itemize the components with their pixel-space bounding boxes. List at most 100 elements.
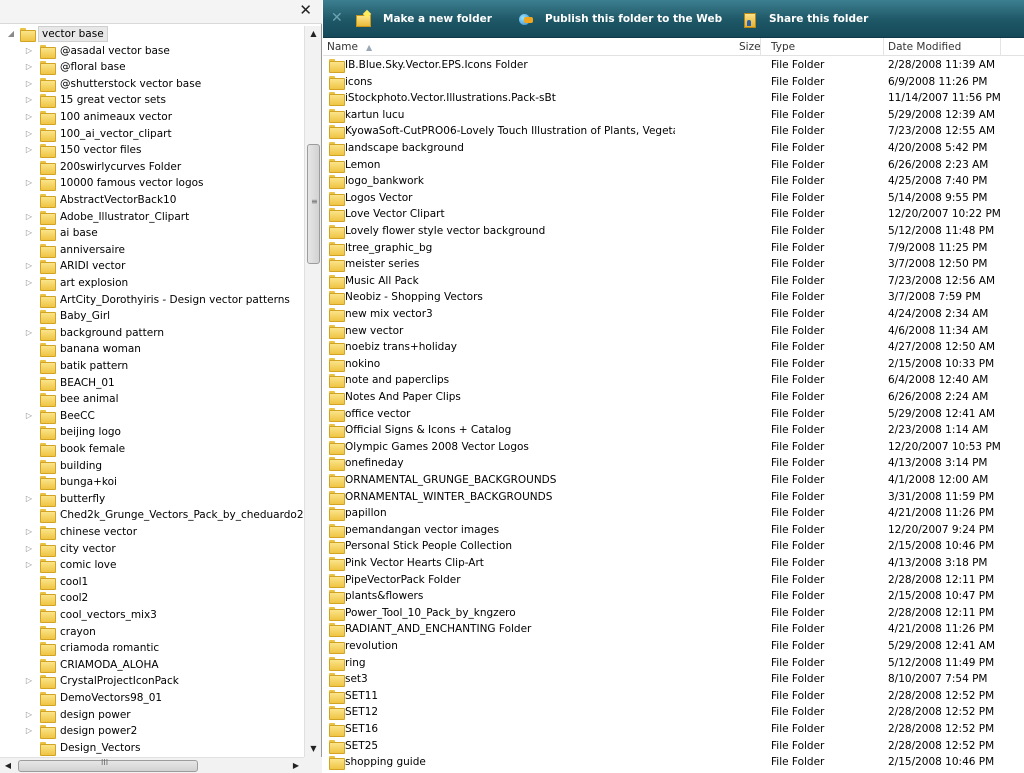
file-row[interactable]: Olympic Games 2008 Vector Logos File Fold… [323,439,1024,456]
expand-triangle-icon[interactable]: ▷ [24,225,34,241]
tree-item[interactable]: ▷ BeeCC [0,408,304,425]
tree-item[interactable]: banana woman [0,341,304,358]
tree-root-item[interactable]: ◢ vector base [0,26,304,43]
tree-item[interactable]: building [0,458,304,475]
tree-item[interactable]: ▷ @floral base [0,59,304,76]
file-row[interactable]: noebiz trans+holiday File Folder 4/27/2008… [323,339,1024,356]
tree-item[interactable]: ▷ butterfly [0,491,304,508]
file-row[interactable]: Personal Stick People Collection File Fol… [323,538,1024,555]
tree-item[interactable]: bunga+koi [0,474,304,491]
tree-item[interactable]: ▷ ai base [0,225,304,242]
tree-item[interactable]: ▷ 10000 famous vector logos [0,175,304,192]
expand-triangle-icon[interactable]: ▷ [24,175,34,191]
file-row[interactable]: Music All Pack File Folder 7/23/2008 12:56… [323,273,1024,290]
file-row[interactable]: papillon File Folder 4/21/2008 11:26 PM [323,505,1024,522]
file-row[interactable]: nokino File Folder 2/15/2008 10:33 PM [323,356,1024,373]
tree-item[interactable]: Baby_Girl [0,308,304,325]
scroll-down-arrow-icon[interactable]: ▼ [305,741,322,757]
expand-triangle-icon[interactable]: ▷ [24,258,34,274]
file-row[interactable]: new mix vector3 File Folder 4/24/2008 2:34… [323,306,1024,323]
file-row[interactable]: Lovely flower style vector background Fil… [323,223,1024,240]
expand-triangle-icon[interactable]: ▷ [24,557,34,573]
expand-triangle-icon[interactable]: ▷ [24,59,34,75]
expand-triangle-icon[interactable]: ▷ [24,707,34,723]
file-row[interactable]: KyowaSoft-CutPRO06-Lovely Touch Illustra… [323,123,1024,140]
scroll-left-arrow-icon[interactable]: ◀ [0,758,16,773]
expand-triangle-icon[interactable]: ▷ [24,109,34,125]
scrollbar-thumb[interactable]: ≡ [307,144,320,264]
file-row[interactable]: Logos Vector File Folder 5/14/2008 9:55 PM [323,190,1024,207]
expand-triangle-icon[interactable]: ▷ [24,43,34,59]
scroll-right-arrow-icon[interactable]: ▶ [288,758,304,773]
tree-item[interactable]: ▷ @shutterstock vector base [0,76,304,93]
file-row[interactable]: PipeVectorPack Folder File Folder 2/28/200… [323,572,1024,589]
expand-triangle-icon[interactable]: ▷ [24,491,34,507]
tree-item[interactable]: CRIAMODA_ALOHA [0,657,304,674]
tree-item[interactable]: 200swirlycurves Folder [0,159,304,176]
tree-item[interactable]: ▷ chinese vector [0,524,304,541]
file-row[interactable]: meister series File Folder 3/7/2008 12:50 … [323,256,1024,273]
tree-item[interactable]: ▷ city vector [0,541,304,558]
file-row[interactable]: iStockphoto.Vector.Illustrations.Pack-sB… [323,90,1024,107]
file-row[interactable]: Power_Tool_10_Pack_by_kngzero File Folder… [323,605,1024,622]
file-row[interactable]: note and paperclips File Folder 6/4/2008 1… [323,372,1024,389]
file-row[interactable]: ltree_graphic_bg File Folder 7/9/2008 11:2… [323,240,1024,257]
file-row[interactable]: revolution File Folder 5/29/2008 12:41 AM [323,638,1024,655]
expand-triangle-icon[interactable]: ▷ [24,723,34,739]
expand-triangle-icon[interactable]: ▷ [24,275,34,291]
tree-item[interactable]: BEACH_01 [0,375,304,392]
tree-item[interactable]: crayon [0,624,304,641]
tree-item[interactable]: ▷ Adobe_Illustrator_Clipart [0,209,304,226]
file-row[interactable]: ORNAMENTAL_WINTER_BACKGROUNDS File Folder… [323,489,1024,506]
share-folder-button[interactable]: Share this folder [741,8,868,30]
expand-triangle-icon[interactable]: ▷ [24,541,34,557]
tree-item[interactable]: ▷ ARIDI vector [0,258,304,275]
file-row[interactable]: plants&flowers File Folder 2/15/2008 10:47… [323,588,1024,605]
file-row[interactable]: landscape background File Folder 4/20/2008… [323,140,1024,157]
file-row[interactable]: kartun lucu File Folder 5/29/2008 12:39 AM [323,107,1024,124]
file-row[interactable]: ORNAMENTAL_GRUNGE_BACKGROUNDS File Folder… [323,472,1024,489]
tree-item[interactable]: batik pattern [0,358,304,375]
expand-triangle-icon[interactable]: ▷ [24,209,34,225]
tree-item[interactable]: DemoVectors98_01 [0,690,304,707]
tree-item[interactable]: ▷ 100 animeaux vector [0,109,304,126]
file-row[interactable]: icons File Folder 6/9/2008 11:26 PM [323,74,1024,91]
tree-item[interactable]: book female [0,441,304,458]
file-row[interactable]: SET11 File Folder 2/28/2008 12:52 PM [323,688,1024,705]
tree-horizontal-scrollbar[interactable]: ◀ III ▶ [0,757,304,773]
file-row[interactable]: SET16 File Folder 2/28/2008 12:52 PM [323,721,1024,738]
file-row[interactable]: new vector File Folder 4/6/2008 11:34 AM [323,323,1024,340]
file-row[interactable]: pemandangan vector images File Folder 12/2… [323,522,1024,539]
file-row[interactable]: IB.Blue.Sky.Vector.EPS.Icons Folder File … [323,57,1024,74]
column-header-date-modified[interactable]: Date Modified [884,38,1001,56]
tree-item[interactable]: Ched2k_Grunge_Vectors_Pack_by_cheduardo2… [0,507,304,524]
tree-item[interactable]: ▷ background pattern [0,325,304,342]
tree-item[interactable]: criamoda romantic [0,640,304,657]
publish-folder-button[interactable]: Publish this folder to the Web [517,8,722,30]
tree-item[interactable]: beijing logo [0,424,304,441]
file-row[interactable]: SET25 File Folder 2/28/2008 12:52 PM [323,738,1024,755]
tree-item[interactable]: cool2 [0,590,304,607]
tree-vertical-scrollbar[interactable]: ▲ ≡ ▼ [304,26,321,757]
expand-triangle-icon[interactable]: ▷ [24,126,34,142]
expand-triangle-icon[interactable]: ▷ [24,142,34,158]
file-row[interactable]: shopping guide File Folder 2/15/2008 10:46… [323,754,1024,771]
scrollbar-thumb[interactable]: III [18,758,198,772]
tree-item[interactable]: ▷ CrystalProjectIconPack [0,673,304,690]
column-header-size[interactable]: Size [739,38,761,56]
tree-item[interactable]: ArtCity_Dorothyiris - Design vector patt… [0,292,304,309]
file-row[interactable]: Notes And Paper Clips File Folder 6/26/200… [323,389,1024,406]
column-header-name[interactable]: Name ▲ [323,38,761,56]
file-row[interactable]: Love Vector Clipart File Folder 12/20/2007… [323,206,1024,223]
file-row[interactable]: onefineday File Folder 4/13/2008 3:14 PM [323,455,1024,472]
file-row[interactable]: set3 File Folder 8/10/2007 7:54 PM [323,671,1024,688]
close-icon[interactable]: ✕ [299,2,312,18]
tree-item[interactable]: ▷ art explosion [0,275,304,292]
tree-item[interactable]: ▷ 150 vector files [0,142,304,159]
tree-item[interactable]: ▷ comic love [0,557,304,574]
expand-triangle-icon[interactable]: ▷ [24,325,34,341]
collapse-triangle-icon[interactable]: ◢ [6,26,16,42]
file-row[interactable]: Pink Vector Hearts Clip-Art File Folder 4/… [323,555,1024,572]
tree-item[interactable]: cool_vectors_mix3 [0,607,304,624]
file-row[interactable]: ring File Folder 5/12/2008 11:49 PM [323,655,1024,672]
